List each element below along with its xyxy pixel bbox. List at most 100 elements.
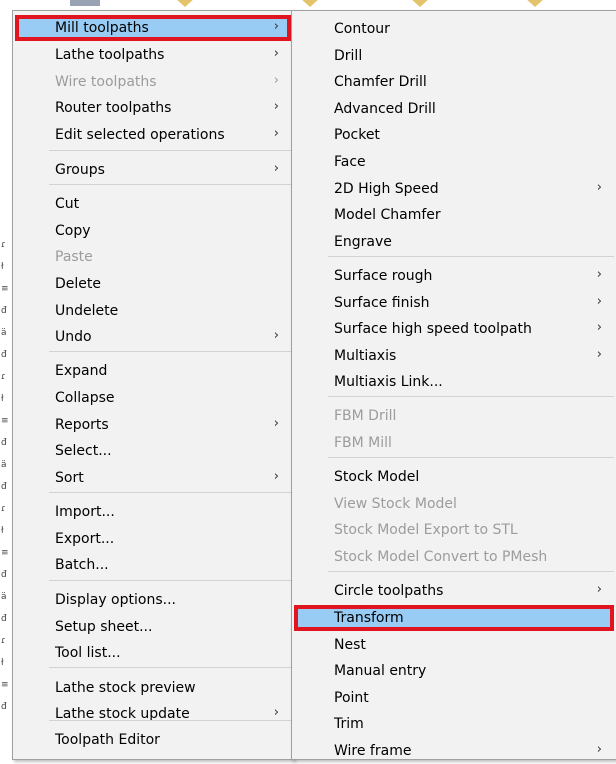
- menu-item-setup-sheet[interactable]: Setup sheet...: [15, 614, 291, 640]
- menu-item-copy[interactable]: Copy: [15, 218, 291, 244]
- background-app-edge: ɾ ł ≡ đ ä đ ɾ ł ≡ đ ä đ ɾ ł ≡ đ ä đ ɾ ł ≡ đ: [0, 0, 12, 760]
- menu-item-label: Stock Model: [334, 469, 420, 485]
- menu-item-tool-list[interactable]: Tool list...: [15, 640, 291, 666]
- background-toolbar-icon: [410, 0, 430, 7]
- menu-item-lathe-stock-preview[interactable]: Lathe stock preview: [15, 675, 291, 701]
- menu-item-stock-model-convert-to-pmesh[interactable]: Stock Model Convert to PMesh: [294, 544, 614, 570]
- chevron-right-icon: ›: [273, 46, 279, 61]
- menu-item-wire-toolpaths[interactable]: Wire toolpaths ›: [15, 69, 291, 95]
- menu-item-chamfer-drill[interactable]: Chamfer Drill: [294, 69, 614, 95]
- menu-item-surface-finish[interactable]: Surface finish ›: [294, 290, 614, 316]
- menu-item-mill-toolpaths[interactable]: Mill toolpaths ›: [15, 15, 291, 41]
- menu-item-drill[interactable]: Drill: [294, 43, 614, 69]
- menu-item-label: Display options...: [55, 592, 176, 608]
- chevron-right-icon: ›: [596, 320, 602, 335]
- menu-item-manual-entry[interactable]: Manual entry: [294, 658, 614, 684]
- menu-item-label: Stock Model Convert to PMesh: [334, 549, 548, 565]
- menu-item-label: Sort: [55, 470, 84, 486]
- menu-item-label: Wire toolpaths: [55, 74, 157, 90]
- menu-item-stock-model[interactable]: Stock Model: [294, 464, 614, 490]
- menu-item-point[interactable]: Point: [294, 685, 614, 711]
- background-glyph: ł: [1, 262, 4, 272]
- menu-separator: [49, 720, 291, 721]
- background-glyph: đ: [1, 306, 7, 316]
- chevron-right-icon: ›: [596, 180, 602, 195]
- menu-item-label: Multiaxis: [334, 348, 397, 364]
- menu-item-circle-toolpaths[interactable]: Circle toolpaths ›: [294, 578, 614, 604]
- menu-item-label: Transform: [334, 610, 404, 626]
- menu-item-label: Surface high speed toolpath: [334, 321, 532, 337]
- menu-item-lathe-stock-update[interactable]: Lathe stock update ›: [15, 701, 291, 727]
- menu-item-2d-high-speed[interactable]: 2D High Speed ›: [294, 176, 614, 202]
- menu-item-reports[interactable]: Reports ›: [15, 412, 291, 438]
- menu-item-model-chamfer[interactable]: Model Chamfer: [294, 202, 614, 228]
- menu-item-multiaxis[interactable]: Multiaxis ›: [294, 343, 614, 369]
- menu-item-router-toolpaths[interactable]: Router toolpaths ›: [15, 95, 291, 121]
- chevron-right-icon: ›: [596, 582, 602, 597]
- menu-item-label: Multiaxis Link...: [334, 374, 443, 390]
- menu-item-advanced-drill[interactable]: Advanced Drill: [294, 96, 614, 122]
- menu-item-fbm-mill[interactable]: FBM Mill: [294, 430, 614, 456]
- menu-item-display-options[interactable]: Display options...: [15, 587, 291, 613]
- menu-item-label: 2D High Speed: [334, 181, 439, 197]
- menu-item-select[interactable]: Select...: [15, 438, 291, 464]
- chevron-right-icon: ›: [273, 161, 279, 176]
- menu-item-wire-frame[interactable]: Wire frame ›: [294, 738, 614, 764]
- menu-item-engrave[interactable]: Engrave: [294, 229, 614, 255]
- menu-item-label: Groups: [55, 162, 105, 178]
- background-glyph: đ: [1, 350, 7, 360]
- menu-item-label: FBM Drill: [334, 408, 397, 424]
- menu-item-label: Pocket: [334, 127, 380, 143]
- menu-item-delete[interactable]: Delete: [15, 271, 291, 297]
- mill-toolpaths-submenu: Contour Drill Chamfer Drill Advanced Drill P…: [291, 10, 616, 760]
- menu-item-label: Manual entry: [334, 663, 427, 679]
- menu-item-export[interactable]: Export...: [15, 526, 291, 552]
- menu-item-trim[interactable]: Trim: [294, 711, 614, 737]
- menu-item-fbm-drill[interactable]: FBM Drill: [294, 403, 614, 429]
- menu-item-surface-rough[interactable]: Surface rough ›: [294, 263, 614, 289]
- background-glyph: đ: [1, 482, 7, 492]
- chevron-right-icon: ›: [596, 294, 602, 309]
- background-glyph: ɾ: [1, 636, 6, 646]
- background-glyph: ɾ: [1, 372, 6, 382]
- background-glyph: ł: [1, 394, 4, 404]
- menu-item-face[interactable]: Face: [294, 149, 614, 175]
- menu-item-toolpath-editor[interactable]: Toolpath Editor: [15, 727, 291, 753]
- menu-item-edit-selected-operations[interactable]: Edit selected operations ›: [15, 122, 291, 148]
- menu-item-label: Tool list...: [55, 645, 121, 661]
- menu-item-undo[interactable]: Undo ›: [15, 324, 291, 350]
- menu-item-undelete[interactable]: Undelete: [15, 298, 291, 324]
- menu-item-collapse[interactable]: Collapse: [15, 385, 291, 411]
- menu-item-transform[interactable]: Transform: [294, 605, 614, 631]
- menu-item-paste[interactable]: Paste: [15, 244, 291, 270]
- menu-item-multiaxis-link[interactable]: Multiaxis Link...: [294, 369, 614, 395]
- menu-separator: [49, 667, 291, 668]
- menu-item-label: Cut: [55, 196, 80, 212]
- background-glyph: ä: [1, 328, 7, 338]
- menu-item-view-stock-model[interactable]: View Stock Model: [294, 491, 614, 517]
- background-glyph: ł: [1, 658, 4, 668]
- menu-item-contour[interactable]: Contour: [294, 16, 614, 42]
- menu-item-expand[interactable]: Expand: [15, 358, 291, 384]
- menu-item-label: Advanced Drill: [334, 101, 436, 117]
- menu-item-lathe-toolpaths[interactable]: Lathe toolpaths ›: [15, 42, 291, 68]
- menu-item-pocket[interactable]: Pocket: [294, 122, 614, 148]
- menu-item-label: Model Chamfer: [334, 207, 441, 223]
- menu-item-label: Surface rough: [334, 268, 433, 284]
- menu-item-label: Undo: [55, 329, 92, 345]
- menu-item-groups[interactable]: Groups ›: [15, 157, 291, 183]
- menu-item-label: Reports: [55, 417, 109, 433]
- background-toolbar-icon: [300, 0, 320, 7]
- menu-item-nest[interactable]: Nest: [294, 632, 614, 658]
- menu-item-stock-model-export-to-stl[interactable]: Stock Model Export to STL: [294, 517, 614, 543]
- menu-item-cut[interactable]: Cut: [15, 191, 291, 217]
- menu-item-surface-high-speed-toolpath[interactable]: Surface high speed toolpath ›: [294, 316, 614, 342]
- menu-item-label: Paste: [55, 249, 93, 265]
- menu-item-label: Import...: [55, 504, 115, 520]
- chevron-right-icon: ›: [273, 328, 279, 343]
- menu-item-sort[interactable]: Sort ›: [15, 465, 291, 491]
- background-glyph: ≡: [1, 680, 9, 690]
- menu-item-batch[interactable]: Batch...: [15, 552, 291, 578]
- menu-item-import[interactable]: Import...: [15, 499, 291, 525]
- menu-item-label: Drill: [334, 48, 363, 64]
